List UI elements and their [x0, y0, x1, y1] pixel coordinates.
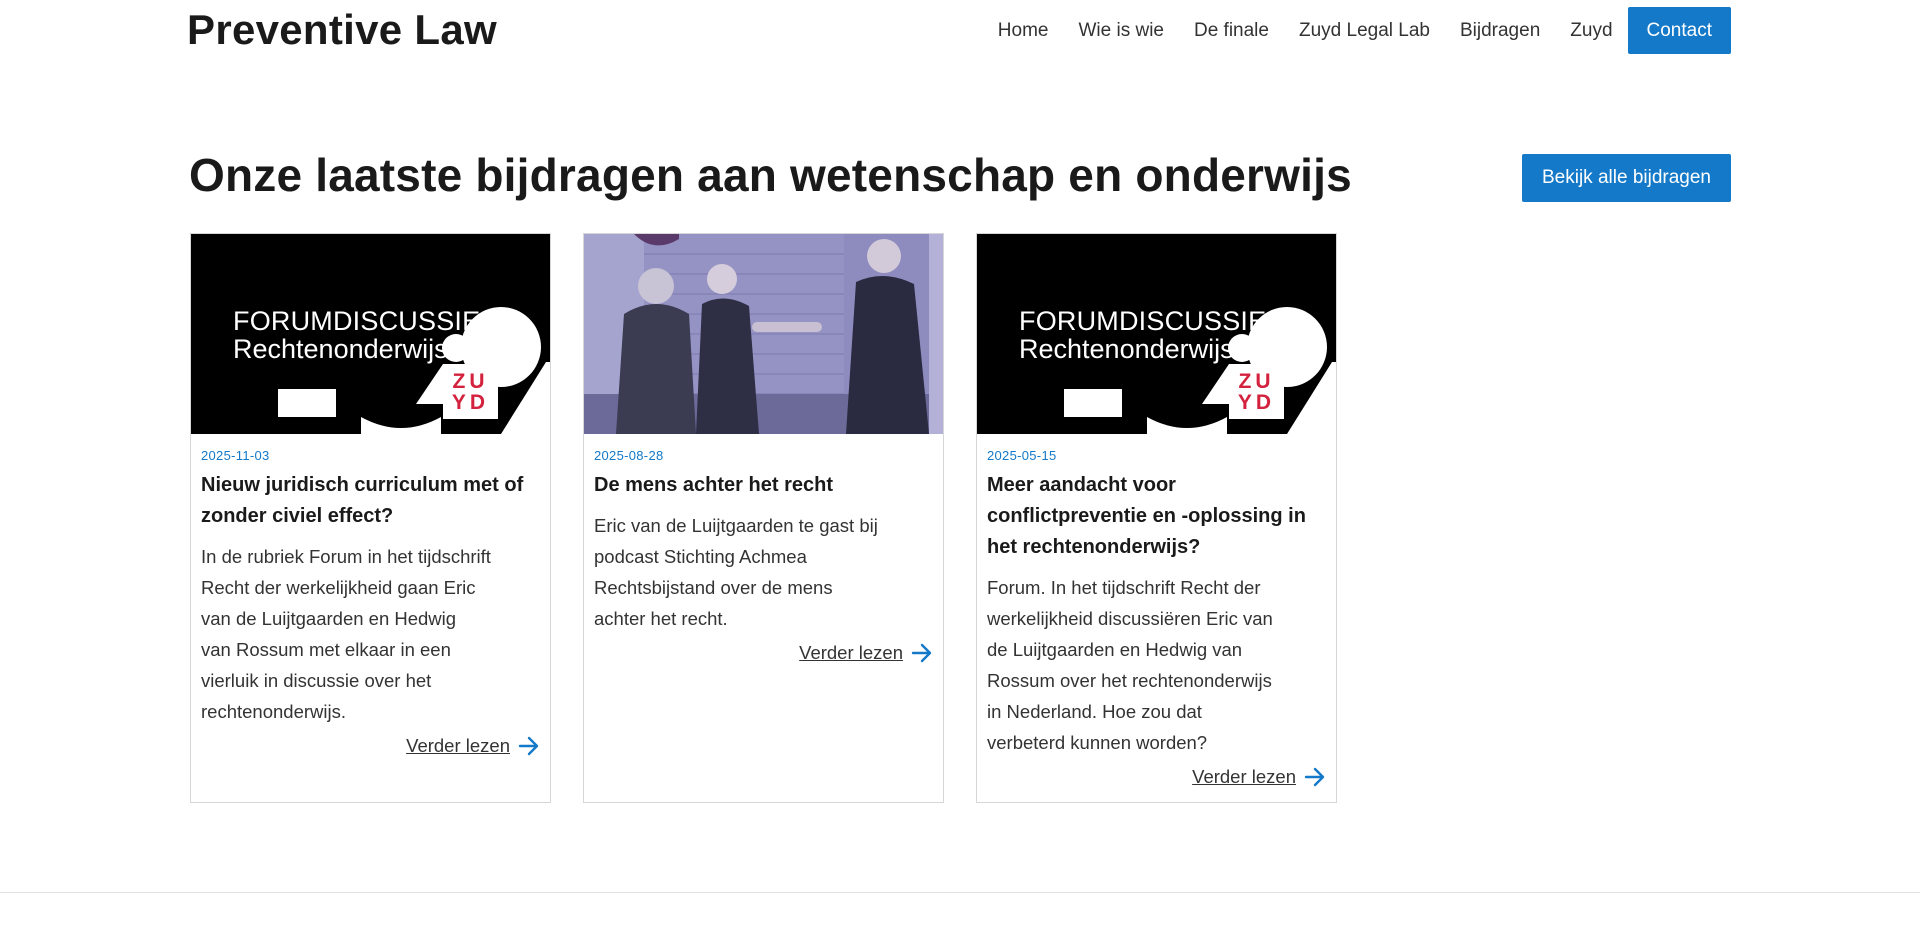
zuyd-logo-line1: ZU	[1238, 369, 1275, 393]
zuyd-logo-line2: YD	[1237, 390, 1276, 414]
forum-discussion-image[interactable]: FORUMDISCUSSIE Rechtenonderwijs ZU YD	[977, 234, 1336, 434]
nav-item-de-finale[interactable]: De finale	[1194, 20, 1269, 42]
article-card[interactable]: 2025-08-28 De mens achter het recht Eric…	[583, 233, 944, 803]
zuyd-logo: ZU YD	[443, 364, 498, 419]
contact-button[interactable]: Contact	[1627, 7, 1731, 54]
read-more-link[interactable]: Verder lezen	[406, 735, 510, 757]
image-heading-text: FORUMDISCUSSIE	[1019, 306, 1267, 336]
zuyd-logo-line2: YD	[451, 390, 490, 414]
article-card[interactable]: FORUMDISCUSSIE Rechtenonderwijs ZU YD 20…	[190, 233, 551, 803]
read-more-row: Verder lezen	[201, 735, 540, 757]
nav-item-zuyd-legal-lab[interactable]: Zuyd Legal Lab	[1299, 20, 1430, 42]
read-more-row: Verder lezen	[987, 766, 1326, 788]
card-excerpt: In de rubriek Forum in het tijdschrift R…	[201, 546, 491, 722]
image-subheading-text: Rechtenonderwijs	[1019, 334, 1234, 364]
view-all-contributions-button[interactable]: Bekijk alle bijdragen	[1522, 154, 1731, 202]
forum-discussion-image[interactable]: FORUMDISCUSSIE Rechtenonderwijs ZU YD	[191, 234, 550, 434]
image-heading-text: FORUMDISCUSSIE	[233, 306, 481, 336]
card-date: 2025-05-15	[987, 448, 1057, 463]
section-title: Onze laatste bijdragen aan wetenschap en…	[189, 149, 1352, 201]
card-title[interactable]: Nieuw juridisch curriculum met of zonder…	[201, 470, 536, 532]
main-nav: Home Wie is wie De finale Zuyd Legal Lab…	[968, 7, 1731, 54]
card-excerpt: Eric van de Luijtgaarden te gast bij pod…	[594, 515, 878, 629]
nav-item-bijdragen[interactable]: Bijdragen	[1460, 20, 1540, 42]
card-body: 2025-11-03 Nieuw juridisch curriculum me…	[191, 448, 550, 757]
card-title[interactable]: Meer aandacht voor conflictpreventie en …	[987, 470, 1322, 563]
card-date: 2025-08-28	[594, 448, 664, 463]
podcast-photo[interactable]	[584, 234, 943, 434]
footer-divider	[0, 892, 1920, 893]
read-more-row: Verder lezen	[594, 642, 933, 664]
arrow-right-icon[interactable]	[1304, 767, 1326, 787]
arrow-right-icon[interactable]	[518, 736, 540, 756]
image-subheading-text: Rechtenonderwijs	[233, 334, 448, 364]
card-excerpt: Forum. In het tijdschrift Recht der werk…	[987, 577, 1273, 753]
handshake-photo	[584, 234, 943, 434]
read-more-link[interactable]: Verder lezen	[799, 642, 903, 664]
zuyd-logo: ZU YD	[1229, 364, 1284, 419]
card-body: 2025-08-28 De mens achter het recht Eric…	[584, 448, 943, 664]
nav-item-home[interactable]: Home	[998, 20, 1049, 42]
arrow-right-icon[interactable]	[911, 643, 933, 663]
site-logo[interactable]: Preventive Law	[187, 6, 497, 54]
nav-item-wie-is-wie[interactable]: Wie is wie	[1078, 20, 1164, 42]
zuyd-logo-line1: ZU	[452, 369, 489, 393]
site-header: Preventive Law Home Wie is wie De finale…	[0, 0, 1920, 62]
card-date: 2025-11-03	[201, 448, 270, 463]
card-body: 2025-05-15 Meer aandacht voor conflictpr…	[977, 448, 1336, 788]
nav-item-zuyd[interactable]: Zuyd	[1570, 20, 1612, 42]
article-card[interactable]: FORUMDISCUSSIE Rechtenonderwijs ZU YD 20…	[976, 233, 1337, 803]
read-more-link[interactable]: Verder lezen	[1192, 766, 1296, 788]
card-title[interactable]: De mens achter het recht	[594, 470, 929, 501]
